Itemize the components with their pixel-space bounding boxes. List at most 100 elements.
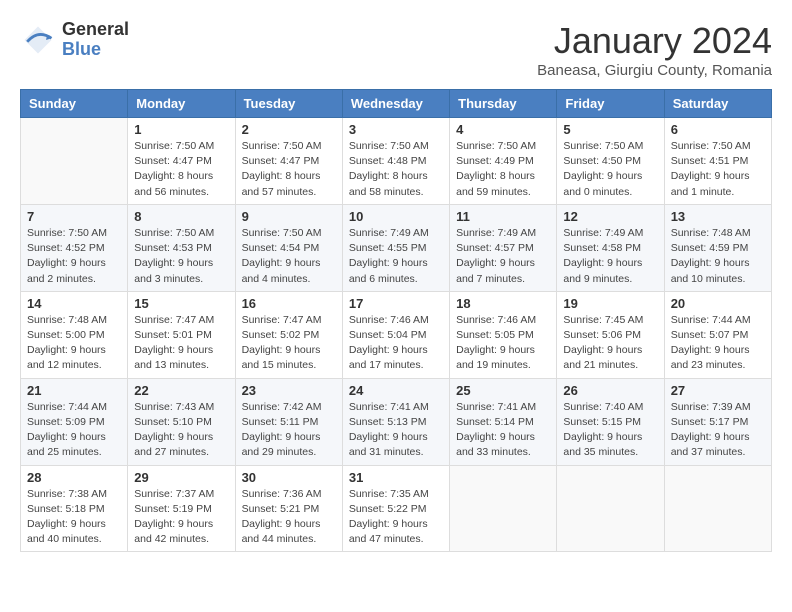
day-number: 3 (349, 122, 443, 137)
day-info: Sunrise: 7:48 AM Sunset: 4:59 PM Dayligh… (671, 226, 765, 287)
day-number: 4 (456, 122, 550, 137)
day-number: 2 (242, 122, 336, 137)
day-number: 15 (134, 296, 228, 311)
calendar-week-row: 1 Sunrise: 7:50 AM Sunset: 4:47 PM Daylig… (21, 118, 772, 205)
column-header-saturday: Saturday (664, 90, 771, 118)
day-info: Sunrise: 7:50 AM Sunset: 4:47 PM Dayligh… (242, 139, 336, 200)
calendar-cell: 8 Sunrise: 7:50 AM Sunset: 4:53 PM Daylig… (128, 204, 235, 291)
day-info: Sunrise: 7:50 AM Sunset: 4:47 PM Dayligh… (134, 139, 228, 200)
calendar-cell: 12 Sunrise: 7:49 AM Sunset: 4:58 PM Dayli… (557, 204, 664, 291)
calendar-cell: 18 Sunrise: 7:46 AM Sunset: 5:05 PM Dayli… (450, 291, 557, 378)
day-number: 29 (134, 470, 228, 485)
calendar-cell: 27Sunrise: 7:39 AM Sunset: 5:17 PM Dayli… (664, 378, 771, 465)
calendar-cell: 20 Sunrise: 7:44 AM Sunset: 5:07 PM Dayli… (664, 291, 771, 378)
day-number: 18 (456, 296, 550, 311)
day-info: Sunrise: 7:43 AM Sunset: 5:10 PM Dayligh… (134, 400, 228, 461)
calendar-week-row: 14 Sunrise: 7:48 AM Sunset: 5:00 PM Dayli… (21, 291, 772, 378)
calendar-cell: 16Sunrise: 7:47 AM Sunset: 5:02 PM Dayli… (235, 291, 342, 378)
calendar-cell (664, 465, 771, 552)
calendar-week-row: 21 Sunrise: 7:44 AM Sunset: 5:09 PM Dayli… (21, 378, 772, 465)
day-number: 26 (563, 383, 657, 398)
column-header-monday: Monday (128, 90, 235, 118)
day-info: Sunrise: 7:41 AM Sunset: 5:13 PM Dayligh… (349, 400, 443, 461)
day-info: Sunrise: 7:50 AM Sunset: 4:53 PM Dayligh… (134, 226, 228, 287)
calendar-week-row: 7Sunrise: 7:50 AM Sunset: 4:52 PM Daylig… (21, 204, 772, 291)
day-number: 20 (671, 296, 765, 311)
day-number: 9 (242, 209, 336, 224)
logo: General Blue (20, 20, 129, 60)
logo-icon (20, 22, 56, 58)
logo-blue-text: Blue (62, 40, 129, 60)
calendar-cell: 9 Sunrise: 7:50 AM Sunset: 4:54 PM Daylig… (235, 204, 342, 291)
day-number: 11 (456, 209, 550, 224)
day-info: Sunrise: 7:49 AM Sunset: 4:57 PM Dayligh… (456, 226, 550, 287)
calendar-cell: 25 Sunrise: 7:41 AM Sunset: 5:14 PM Dayli… (450, 378, 557, 465)
calendar-cell: 22Sunrise: 7:43 AM Sunset: 5:10 PM Dayli… (128, 378, 235, 465)
day-info: Sunrise: 7:50 AM Sunset: 4:52 PM Dayligh… (27, 226, 121, 287)
calendar-cell: 5 Sunrise: 7:50 AM Sunset: 4:50 PM Daylig… (557, 118, 664, 205)
calendar-cell: 10Sunrise: 7:49 AM Sunset: 4:55 PM Dayli… (342, 204, 449, 291)
day-number: 25 (456, 383, 550, 398)
calendar-cell: 2 Sunrise: 7:50 AM Sunset: 4:47 PM Daylig… (235, 118, 342, 205)
day-info: Sunrise: 7:41 AM Sunset: 5:14 PM Dayligh… (456, 400, 550, 461)
day-number: 23 (242, 383, 336, 398)
day-number: 14 (27, 296, 121, 311)
day-number: 8 (134, 209, 228, 224)
calendar-cell: 4Sunrise: 7:50 AM Sunset: 4:49 PM Daylig… (450, 118, 557, 205)
calendar-cell: 29Sunrise: 7:37 AM Sunset: 5:19 PM Dayli… (128, 465, 235, 552)
calendar-cell: 19Sunrise: 7:45 AM Sunset: 5:06 PM Dayli… (557, 291, 664, 378)
month-title: January 2024 (537, 20, 772, 62)
calendar-cell: 7Sunrise: 7:50 AM Sunset: 4:52 PM Daylig… (21, 204, 128, 291)
calendar-cell: 30Sunrise: 7:36 AM Sunset: 5:21 PM Dayli… (235, 465, 342, 552)
day-info: Sunrise: 7:40 AM Sunset: 5:15 PM Dayligh… (563, 400, 657, 461)
day-number: 21 (27, 383, 121, 398)
day-info: Sunrise: 7:50 AM Sunset: 4:51 PM Dayligh… (671, 139, 765, 200)
calendar-cell (21, 118, 128, 205)
day-info: Sunrise: 7:38 AM Sunset: 5:18 PM Dayligh… (27, 487, 121, 548)
calendar-week-row: 28 Sunrise: 7:38 AM Sunset: 5:18 PM Dayli… (21, 465, 772, 552)
page-header: General Blue January 2024 Baneasa, Giurg… (20, 20, 772, 79)
column-header-tuesday: Tuesday (235, 90, 342, 118)
calendar-cell: 6 Sunrise: 7:50 AM Sunset: 4:51 PM Daylig… (664, 118, 771, 205)
day-info: Sunrise: 7:42 AM Sunset: 5:11 PM Dayligh… (242, 400, 336, 461)
day-info: Sunrise: 7:49 AM Sunset: 4:58 PM Dayligh… (563, 226, 657, 287)
day-number: 19 (563, 296, 657, 311)
day-info: Sunrise: 7:44 AM Sunset: 5:07 PM Dayligh… (671, 313, 765, 374)
day-info: Sunrise: 7:47 AM Sunset: 5:01 PM Dayligh… (134, 313, 228, 374)
calendar-cell: 15 Sunrise: 7:47 AM Sunset: 5:01 PM Dayli… (128, 291, 235, 378)
calendar-cell: 3 Sunrise: 7:50 AM Sunset: 4:48 PM Daylig… (342, 118, 449, 205)
day-number: 28 (27, 470, 121, 485)
logo-general-text: General (62, 20, 129, 40)
calendar-cell: 21 Sunrise: 7:44 AM Sunset: 5:09 PM Dayli… (21, 378, 128, 465)
column-header-friday: Friday (557, 90, 664, 118)
calendar-cell: 13 Sunrise: 7:48 AM Sunset: 4:59 PM Dayli… (664, 204, 771, 291)
calendar-cell: 11 Sunrise: 7:49 AM Sunset: 4:57 PM Dayli… (450, 204, 557, 291)
calendar-cell: 23 Sunrise: 7:42 AM Sunset: 5:11 PM Dayli… (235, 378, 342, 465)
calendar-cell: 26 Sunrise: 7:40 AM Sunset: 5:15 PM Dayli… (557, 378, 664, 465)
column-header-thursday: Thursday (450, 90, 557, 118)
day-info: Sunrise: 7:50 AM Sunset: 4:50 PM Dayligh… (563, 139, 657, 200)
day-number: 16 (242, 296, 336, 311)
calendar-cell: 17Sunrise: 7:46 AM Sunset: 5:04 PM Dayli… (342, 291, 449, 378)
day-number: 31 (349, 470, 443, 485)
day-number: 12 (563, 209, 657, 224)
day-number: 5 (563, 122, 657, 137)
day-info: Sunrise: 7:44 AM Sunset: 5:09 PM Dayligh… (27, 400, 121, 461)
calendar-cell: 14 Sunrise: 7:48 AM Sunset: 5:00 PM Dayli… (21, 291, 128, 378)
column-header-sunday: Sunday (21, 90, 128, 118)
title-block: January 2024 Baneasa, Giurgiu County, Ro… (537, 20, 772, 79)
day-info: Sunrise: 7:39 AM Sunset: 5:17 PM Dayligh… (671, 400, 765, 461)
day-info: Sunrise: 7:50 AM Sunset: 4:48 PM Dayligh… (349, 139, 443, 200)
day-number: 13 (671, 209, 765, 224)
calendar-cell (450, 465, 557, 552)
day-info: Sunrise: 7:49 AM Sunset: 4:55 PM Dayligh… (349, 226, 443, 287)
day-info: Sunrise: 7:46 AM Sunset: 5:05 PM Dayligh… (456, 313, 550, 374)
calendar-cell: 1 Sunrise: 7:50 AM Sunset: 4:47 PM Daylig… (128, 118, 235, 205)
day-info: Sunrise: 7:35 AM Sunset: 5:22 PM Dayligh… (349, 487, 443, 548)
day-info: Sunrise: 7:50 AM Sunset: 4:54 PM Dayligh… (242, 226, 336, 287)
day-number: 6 (671, 122, 765, 137)
day-info: Sunrise: 7:48 AM Sunset: 5:00 PM Dayligh… (27, 313, 121, 374)
day-number: 24 (349, 383, 443, 398)
column-header-wednesday: Wednesday (342, 90, 449, 118)
day-number: 1 (134, 122, 228, 137)
